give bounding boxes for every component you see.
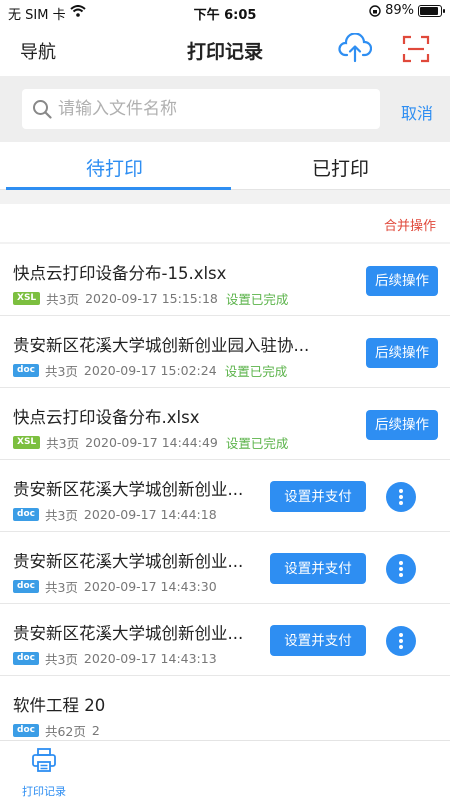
tab-print-records-label: 打印记录 — [22, 785, 66, 798]
file-meta: XSL 共3页 2020-09-17 15:15:18 设置已完成 — [13, 289, 288, 308]
page-count: 共3页 — [46, 436, 80, 451]
tab-strip: 待打印 已打印 — [0, 142, 450, 190]
follow-up-button[interactable]: 后续操作 — [366, 266, 438, 296]
list-item[interactable]: 快点云打印设备分布-15.xlsx XSL 共3页 2020-09-17 15:… — [0, 244, 450, 316]
tab-print-records[interactable]: 打印记录 — [14, 747, 74, 799]
list-item[interactable]: 贵安新区花溪大学城创新创业... doc 共3页 2020-09-17 14:4… — [0, 532, 450, 604]
status-bar: 无 SIM 卡 下午 6:05 89% — [0, 0, 450, 24]
file-name: 贵安新区花溪大学城创新创业园入驻协... — [13, 336, 310, 355]
battery-percent: 89% — [385, 3, 414, 18]
orientation-lock-icon — [369, 4, 381, 17]
search-box[interactable] — [22, 89, 380, 129]
list-item[interactable]: 贵安新区花溪大学城创新创业园入驻协... doc 共3页 2020-09-17 … — [0, 316, 450, 388]
timestamp: 2020-09-17 14:44:49 — [85, 435, 218, 450]
file-meta: doc 共3页 2020-09-17 14:43:13 — [13, 649, 217, 668]
timestamp: 2020-09-17 14:44:18 — [83, 507, 217, 522]
file-name: 贵安新区花溪大学城创新创业... — [13, 480, 244, 499]
search-area: 取消 — [0, 76, 450, 142]
bottom-tab-bar: 打印记录 — [0, 740, 450, 800]
file-meta: doc 共3页 2020-09-17 14:44:18 — [13, 505, 217, 524]
file-type-badge: XSL — [13, 292, 41, 305]
printer-icon — [32, 748, 56, 772]
file-meta: XSL 共3页 2020-09-17 14:44:49 设置已完成 — [13, 433, 288, 452]
file-meta: doc 共62页 2 — [13, 721, 100, 740]
file-type-badge: XSL — [13, 436, 41, 449]
file-name: 快点云打印设备分布.xlsx — [13, 408, 200, 427]
setup-and-pay-button[interactable]: 设置并支付 — [270, 481, 366, 512]
more-options-icon[interactable] — [386, 554, 416, 584]
file-name: 快点云打印设备分布-15.xlsx — [13, 264, 227, 283]
list-item[interactable]: 贵安新区花溪大学城创新创业... doc 共3页 2020-09-17 14:4… — [0, 460, 450, 532]
status-label: 设置已完成 — [225, 292, 289, 307]
list-item[interactable]: 快点云打印设备分布.xlsx XSL 共3页 2020-09-17 14:44:… — [0, 388, 450, 460]
page-title: 打印记录 — [186, 41, 263, 63]
status-label: 设置已完成 — [225, 436, 289, 451]
battery-icon — [418, 4, 445, 17]
cloud-upload-icon[interactable] — [338, 33, 372, 63]
active-tab-indicator — [6, 187, 231, 190]
page-count: 共62页 — [44, 724, 86, 739]
more-options-icon[interactable] — [386, 482, 416, 512]
status-label: 设置已完成 — [224, 364, 288, 379]
file-type-badge: doc — [13, 724, 39, 737]
tab-pending[interactable]: 待打印 — [86, 154, 143, 181]
file-name: 软件工程 20 — [13, 696, 106, 715]
setup-and-pay-button[interactable]: 设置并支付 — [270, 553, 366, 584]
more-options-icon[interactable] — [386, 626, 416, 656]
follow-up-button[interactable]: 后续操作 — [366, 410, 438, 440]
search-icon — [33, 100, 52, 119]
follow-up-button[interactable]: 后续操作 — [366, 338, 438, 368]
nav-bar: 导航 打印记录 — [0, 24, 450, 76]
merge-bar: 合并操作 — [0, 204, 450, 242]
search-input[interactable] — [58, 89, 368, 129]
list-item[interactable]: 贵安新区花溪大学城创新创业... doc 共3页 2020-09-17 14:4… — [0, 604, 450, 676]
file-type-badge: doc — [13, 580, 39, 593]
timestamp: 2 — [91, 723, 100, 738]
timestamp: 2020-09-17 15:15:18 — [85, 291, 218, 306]
file-meta: doc 共3页 2020-09-17 15:02:24 设置已完成 — [13, 361, 287, 380]
timestamp: 2020-09-17 15:02:24 — [83, 363, 217, 378]
setup-and-pay-button[interactable]: 设置并支付 — [270, 625, 366, 656]
tab-printed[interactable]: 已打印 — [312, 154, 369, 181]
timestamp: 2020-09-17 14:43:30 — [83, 579, 217, 594]
file-name: 贵安新区花溪大学城创新创业... — [13, 552, 244, 571]
page-count: 共3页 — [44, 364, 78, 379]
loading-fade-overlay — [110, 684, 450, 740]
print-job-list: 快点云打印设备分布-15.xlsx XSL 共3页 2020-09-17 15:… — [0, 244, 450, 740]
file-type-badge: doc — [13, 364, 39, 377]
file-type-badge: doc — [13, 652, 39, 665]
page-count: 共3页 — [44, 652, 78, 667]
cancel-button[interactable]: 取消 — [401, 100, 433, 124]
scan-icon[interactable] — [402, 35, 430, 63]
page-count: 共3页 — [46, 292, 80, 307]
file-name: 贵安新区花溪大学城创新创业... — [13, 624, 244, 643]
page-count: 共3页 — [44, 580, 78, 595]
file-type-badge: doc — [13, 508, 39, 521]
merge-button[interactable]: 合并操作 — [384, 215, 436, 234]
file-meta: doc 共3页 2020-09-17 14:43:30 — [13, 577, 217, 596]
page-count: 共3页 — [44, 508, 78, 523]
nav-back-button[interactable]: 导航 — [20, 38, 56, 64]
timestamp: 2020-09-17 14:43:13 — [83, 651, 217, 666]
